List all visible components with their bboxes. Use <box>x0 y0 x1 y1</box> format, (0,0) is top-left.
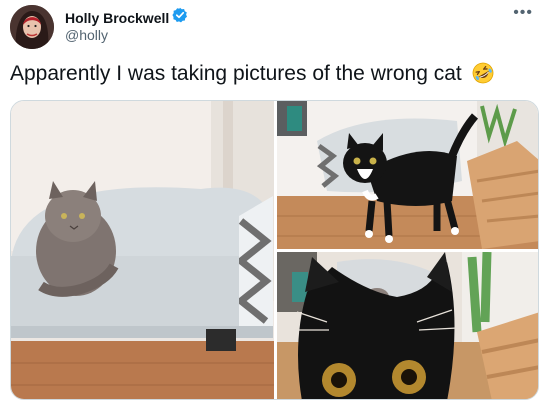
rolling-on-floor-laughing-emoji-icon <box>472 62 494 90</box>
photo-grey-cat-on-sofa[interactable] <box>11 101 274 399</box>
author-name[interactable]: Holly Brockwell <box>65 10 169 26</box>
avatar[interactable] <box>10 5 54 49</box>
verified-badge-icon <box>172 7 188 28</box>
more-options-icon[interactable]: ••• <box>513 4 533 22</box>
photo-black-white-cat-standing[interactable] <box>277 101 538 249</box>
tweet-text-content: Apparently I was taking pictures of the … <box>10 62 462 85</box>
photo-black-cat-closeup[interactable] <box>277 252 538 399</box>
tweet-text: Apparently I was taking pictures of the … <box>10 62 494 90</box>
author-handle[interactable]: @holly <box>65 27 108 43</box>
media-grid <box>10 100 539 400</box>
